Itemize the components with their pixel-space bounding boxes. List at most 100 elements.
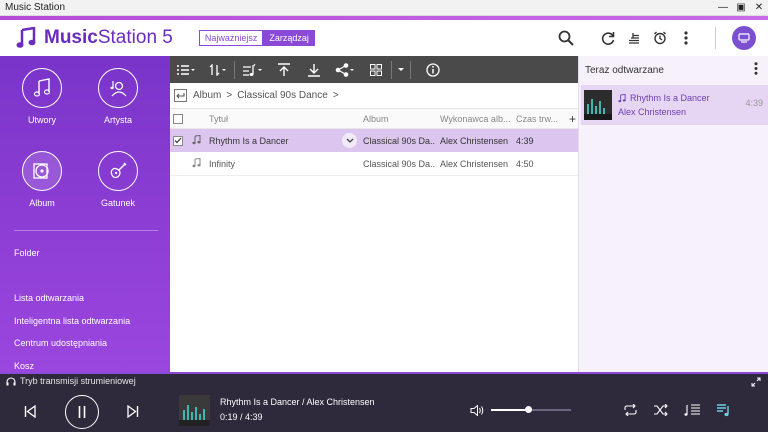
more-vert-icon[interactable] xyxy=(673,25,699,51)
row-checkbox[interactable] xyxy=(173,135,183,146)
refresh-icon[interactable] xyxy=(595,25,621,51)
breadcrumb-separator: > xyxy=(226,90,233,101)
column-header-album[interactable]: Album xyxy=(363,114,435,124)
sidebar-item-label: Artysta xyxy=(103,115,132,125)
breadcrumb: Album > Classical 90s Dance > xyxy=(170,83,578,109)
player-bar: Tryb transmisji strumieniowej xyxy=(0,372,768,432)
stacked-tracks-icon[interactable] xyxy=(621,25,647,51)
repeat-icon[interactable] xyxy=(622,403,638,417)
column-header-title[interactable]: Tytuł xyxy=(209,114,339,124)
now-playing-artist: Alex Christensen xyxy=(618,107,687,117)
minimize-button[interactable]: — xyxy=(714,0,732,15)
table-row[interactable]: Rhythm Is a Dancer Classical 90s Da... A… xyxy=(170,129,578,152)
album-disc-icon xyxy=(22,151,62,191)
list-view-icon[interactable] xyxy=(170,56,202,83)
now-playing-track-title: Rhythm Is a Dancer xyxy=(630,93,710,103)
next-track-icon[interactable] xyxy=(125,403,141,419)
grid-view-icon[interactable] xyxy=(361,56,391,83)
track-note-icon xyxy=(192,134,201,147)
sidebar-item-label: Gatunek xyxy=(100,198,136,208)
column-header-artist[interactable]: Wykonawca alb... xyxy=(440,114,515,124)
pause-button[interactable] xyxy=(65,395,99,429)
shuffle-icon[interactable] xyxy=(652,403,668,417)
headphones-icon xyxy=(6,376,16,385)
sidebar-item-album[interactable]: Album xyxy=(7,151,77,208)
player-time: 0:19 / 4:39 xyxy=(220,412,263,422)
sidebar-item-genre[interactable]: Gatunek xyxy=(83,151,153,208)
more-vert-icon[interactable] xyxy=(754,62,758,78)
maximize-button[interactable]: ▣ xyxy=(732,0,750,15)
streaming-mode-label[interactable]: Tryb transmisji strumieniowej xyxy=(20,376,136,386)
table-header: Tytuł Album Wykonawca alb... Czas trw...… xyxy=(170,109,578,129)
row-menu-chevron-icon[interactable] xyxy=(342,133,357,148)
previous-track-icon[interactable] xyxy=(22,403,38,419)
cell-artist: Alex Christensen xyxy=(440,135,509,146)
sidebar-link-sharing-center[interactable]: Centrum udostępniania xyxy=(14,338,107,348)
add-to-playlist-icon[interactable] xyxy=(235,56,269,83)
sidebar-divider xyxy=(14,230,158,231)
app-header: Music Station 5 Najważniejsz Zarządzaj xyxy=(0,20,768,56)
back-icon[interactable] xyxy=(174,89,187,102)
search-icon[interactable] xyxy=(553,25,579,51)
close-button[interactable]: ✕ xyxy=(750,0,768,15)
player-accent-line xyxy=(0,372,768,374)
sidebar-link-folder[interactable]: Folder xyxy=(14,248,40,258)
cell-duration: 4:50 xyxy=(516,159,534,169)
volume-slider[interactable] xyxy=(491,406,571,413)
player-album-art[interactable] xyxy=(179,395,210,426)
info-icon[interactable] xyxy=(411,56,455,83)
sidebar-item-artist[interactable]: Artysta xyxy=(83,68,153,125)
alarm-icon[interactable] xyxy=(647,25,673,51)
move-top-icon[interactable] xyxy=(269,56,299,83)
now-playing-panel: Teraz odtwarzane Rhythm Is a Dancer Alex… xyxy=(578,56,768,372)
select-all-checkbox[interactable] xyxy=(173,113,183,124)
account-icon[interactable] xyxy=(732,26,756,50)
player-track-info: Rhythm Is a Dancer / Alex Christensen xyxy=(220,397,375,407)
table-row[interactable]: Infinity Classical 90s Da... Alex Christ… xyxy=(170,153,578,176)
share-icon[interactable] xyxy=(329,56,361,83)
now-playing-duration: 4:39 xyxy=(745,98,763,108)
app-name-bold: Music xyxy=(44,27,98,48)
window-title: Music Station xyxy=(5,2,66,13)
breadcrumb-item-album[interactable]: Album xyxy=(193,90,221,101)
cell-artist: Alex Christensen xyxy=(440,159,509,169)
column-header-duration[interactable]: Czas trw... xyxy=(516,114,561,124)
sidebar-link-trash[interactable]: Kosz xyxy=(14,361,34,371)
expand-icon[interactable] xyxy=(750,376,762,388)
cell-album: Classical 90s Da... xyxy=(363,135,435,146)
grid-dropdown-chevron-icon[interactable] xyxy=(392,56,410,83)
pause-icon xyxy=(78,406,86,418)
music-note-icon xyxy=(22,68,62,108)
volume-icon[interactable] xyxy=(469,403,485,417)
track-note-icon xyxy=(192,157,201,170)
window-titlebar: Music Station — ▣ ✕ xyxy=(0,0,768,16)
app-logo[interactable]: Music Station 5 xyxy=(16,27,173,49)
cell-title: Infinity xyxy=(209,159,236,169)
tab-manage[interactable]: Zarządzaj xyxy=(263,30,315,46)
sidebar-item-label: Album xyxy=(29,198,55,208)
sidebar: Utwory Artysta Album Gatunek Folder List… xyxy=(0,56,170,372)
sidebar-link-playlist[interactable]: Lista odtwarzania xyxy=(14,293,84,303)
volume-slider-fill xyxy=(491,409,528,411)
tab-latest[interactable]: Najważniejsz xyxy=(198,30,264,46)
sidebar-item-label: Utwory xyxy=(27,115,56,125)
cell-duration: 4:39 xyxy=(516,135,534,146)
now-playing-item[interactable]: Rhythm Is a Dancer Alex Christensen 4:39 xyxy=(581,85,768,125)
track-note-icon xyxy=(618,93,626,102)
sidebar-link-smart-playlist[interactable]: Inteligentna lista odtwarzania xyxy=(14,316,130,326)
artist-icon xyxy=(98,68,138,108)
content-toolbar xyxy=(170,56,578,83)
breadcrumb-separator: > xyxy=(332,90,339,101)
volume-slider-knob[interactable] xyxy=(524,406,532,413)
sort-icon[interactable] xyxy=(202,56,234,83)
playlist-queue-icon[interactable] xyxy=(715,402,733,418)
download-icon[interactable] xyxy=(299,56,329,83)
add-column-icon[interactable]: + xyxy=(569,112,576,126)
now-playing-title: Teraz odtwarzane xyxy=(585,64,664,76)
music-note-logo-icon xyxy=(16,27,36,48)
breadcrumb-item-current[interactable]: Classical 90s Dance xyxy=(237,90,328,101)
lyrics-icon[interactable] xyxy=(683,402,701,418)
sidebar-item-songs[interactable]: Utwory xyxy=(7,68,77,125)
guitar-icon xyxy=(98,151,138,191)
app-name-rest: Station 5 xyxy=(97,27,173,48)
